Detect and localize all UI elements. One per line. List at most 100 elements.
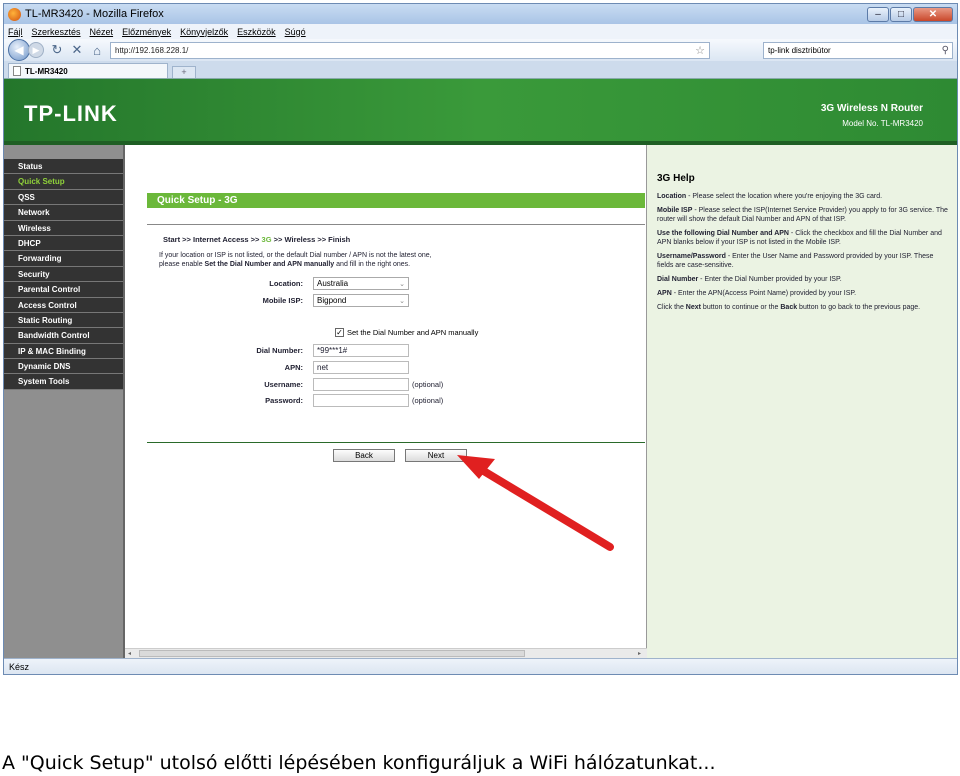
header-divider [147,224,645,225]
sidebar-item-dynamic-dns[interactable]: Dynamic DNS [4,359,123,375]
menu-view[interactable]: Nézet [90,27,114,37]
close-button[interactable]: ✕ [913,6,953,22]
menu-help[interactable]: Súgó [285,27,306,37]
browser-window: TL-MR3420 - Mozilla Firefox – □ ✕ Fájl S… [3,3,958,675]
help-dial-number: Dial Number - Enter the Dial Number prov… [657,276,842,283]
scrollbar-thumb[interactable] [139,650,525,657]
back-form-button[interactable]: Back [333,449,395,462]
sidebar-item-access-control[interactable]: Access Control [4,297,123,313]
home-icon[interactable]: ⌂ [90,43,104,58]
manual-label: Set the Dial Number and APN manually [347,328,479,337]
sidebar-item-ip-mac-binding[interactable]: IP & MAC Binding [4,343,123,360]
bookmark-star-icon[interactable]: ☆ [695,44,705,57]
reload-icon[interactable]: ↻ [50,42,64,58]
chevron-down-icon: ⌄ [399,280,405,288]
location-label: Location: [269,279,303,288]
help-username-password: Username/Password - Enter the User Name … [657,253,934,269]
title-bar: TL-MR3420 - Mozilla Firefox – □ ✕ [4,4,957,24]
isp-label: Mobile ISP: [262,296,303,305]
sidebar-item-network[interactable]: Network [4,205,123,221]
search-icon[interactable]: ⚲ [942,45,949,56]
chevron-down-icon: ⌄ [399,297,405,305]
help-mobile-isp: Mobile ISP - Please select the ISP(Inter… [657,207,948,223]
password-input[interactable] [313,394,409,407]
router-banner: TP-LINK 3G Wireless N Router Model No. T… [4,79,957,141]
scroll-left-icon[interactable]: ◂ [128,650,131,657]
page-icon [13,66,21,76]
menu-bookmarks[interactable]: Könyvjelzők [180,27,228,37]
sidebar-item-bandwidth-control[interactable]: Bandwidth Control [4,328,123,344]
search-text: tp-link disztribútor [768,45,831,55]
horizontal-scrollbar[interactable]: ◂ ▸ [125,648,647,658]
sidebar-item-security[interactable]: Security [4,266,123,283]
tab-title: TL-MR3420 [25,66,68,76]
menu-history[interactable]: Előzmények [122,27,171,37]
manual-checkbox[interactable]: ✓ [335,328,344,337]
apn-row: APN: net [241,361,409,374]
page-content: TP-LINK 3G Wireless N Router Model No. T… [4,78,957,658]
help-buttons: Click the Next button to continue or the… [657,304,921,311]
password-label: Password: [265,396,303,405]
red-arrow-annotation [457,455,614,551]
password-optional: (optional) [412,396,444,405]
maximize-button[interactable]: □ [890,6,912,22]
current-step: 3G [261,235,272,244]
dial-label: Dial Number: [256,346,303,355]
url-bar[interactable]: http://192.168.228.1/ ☆ [110,41,710,59]
quick-setup-panel: Quick Setup - 3G Start >> Internet Acces… [125,145,647,658]
back-button[interactable]: ◀ [8,39,30,61]
router-name: 3G Wireless N Router [820,103,923,114]
dial-number-input[interactable]: *99***1# [313,344,409,357]
menu-edit[interactable]: Szerkesztés [32,27,81,37]
username-optional: (optional) [412,380,444,389]
location-select[interactable]: Australia ⌄ [313,277,409,290]
sidebar-item-forwarding[interactable]: Forwarding [4,251,123,267]
setup-steps: Start >> Internet Access >> 3G >> Wirele… [163,235,351,244]
stop-icon[interactable]: ✕ [70,42,84,58]
menu-tools[interactable]: Eszközök [237,27,276,37]
apn-label: APN: [284,363,303,372]
password-row: Password: (optional) [241,394,443,407]
forward-button[interactable]: ▶ [28,42,44,58]
form-divider [147,442,645,443]
firefox-icon [8,7,21,21]
router-sidebar: Status Quick Setup QSS Network Wireless … [4,145,125,658]
dial-row: Dial Number: *99***1# [241,344,409,357]
sidebar-item-status[interactable]: Status [4,159,123,175]
router-model: Model No. TL-MR3420 [842,119,923,128]
menu-bar: Fájl Szerkesztés Nézet Előzmények Könyvj… [4,24,957,39]
sidebar-item-system-tools[interactable]: System Tools [4,374,123,390]
window-title: TL-MR3420 - Mozilla Firefox [25,8,164,20]
sidebar-item-parental-control[interactable]: Parental Control [4,282,123,298]
sidebar-item-qss[interactable]: QSS [4,189,123,206]
username-input[interactable] [313,378,409,391]
apn-input[interactable]: net [313,361,409,374]
url-text: http://192.168.228.1/ [115,45,189,55]
tplink-logo: TP-LINK [24,101,118,126]
manual-row: ✓ Set the Dial Number and APN manually [335,328,478,337]
help-panel: 3G Help Location - Please select the loc… [647,145,957,658]
menu-file[interactable]: Fájl [8,27,23,37]
status-bar: Kész [4,658,957,674]
tab-bar: TL-MR3420 + [4,61,957,78]
help-dial-apn: Use the following Dial Number and APN - … [657,230,942,246]
new-tab-button[interactable]: + [172,66,196,78]
caption-text: A "Quick Setup" utolsó előtti lépésében … [2,752,716,774]
tab-router[interactable]: TL-MR3420 [8,63,168,78]
search-bar[interactable]: tp-link disztribútor ⚲ [763,41,953,59]
minimize-button[interactable]: – [867,6,889,22]
isp-select[interactable]: Bigpond ⌄ [313,294,409,307]
location-row: Location: Australia ⌄ [241,277,409,290]
scroll-right-icon[interactable]: ▸ [638,650,641,657]
sidebar-item-wireless[interactable]: Wireless [4,220,123,236]
username-label: Username: [264,380,303,389]
username-row: Username: (optional) [241,378,443,391]
quick-setup-header: Quick Setup - 3G [147,193,645,208]
navigation-toolbar: ◀ ▶ ↻ ✕ ⌂ http://192.168.228.1/ ☆ tp-lin… [4,39,957,61]
help-location: Location - Please select the location wh… [657,193,883,200]
intro-text: If your location or ISP is not listed, o… [159,252,432,268]
sidebar-item-quick-setup[interactable]: Quick Setup [4,174,123,190]
help-title: 3G Help [657,173,695,184]
sidebar-item-static-routing[interactable]: Static Routing [4,312,123,329]
sidebar-item-dhcp[interactable]: DHCP [4,235,123,252]
